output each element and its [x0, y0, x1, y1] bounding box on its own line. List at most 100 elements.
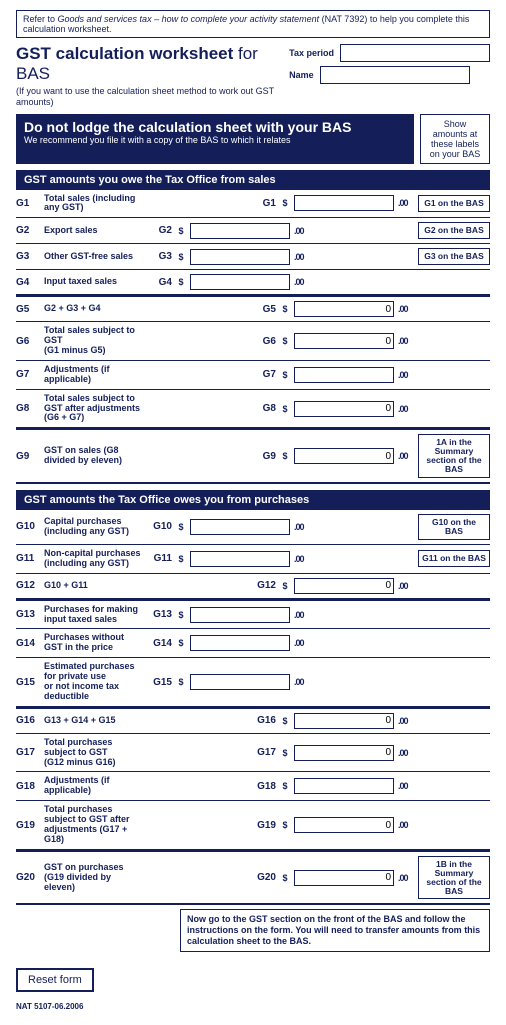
footer-note: Now go to the GST section on the front o… [180, 909, 490, 951]
row-code: G5 [16, 304, 40, 315]
amount-input-g10[interactable] [190, 519, 290, 535]
field-code: G18 [250, 781, 276, 792]
row-code: G7 [16, 369, 40, 380]
banner-title: Do not lodge the calculation sheet with … [24, 119, 406, 135]
row-g9: G9GST on sales (G8 divided by eleven)G9$… [16, 429, 490, 484]
amount-input-g17[interactable] [294, 745, 394, 761]
amount-input-g6[interactable] [294, 333, 394, 349]
row-code: G11 [16, 553, 40, 564]
field-code: G12 [250, 580, 276, 591]
tax-period-input[interactable] [340, 44, 490, 62]
amount-input-g4[interactable] [190, 274, 290, 290]
amount-input-g13[interactable] [190, 607, 290, 623]
row-g16: G16G13 + G14 + G15G16$.00 [16, 708, 490, 733]
cents-suffix: .00 [398, 404, 414, 414]
field-code: G3 [146, 251, 172, 262]
field-code: G1 [250, 198, 276, 209]
row-label: Capital purchases(including any GST) [44, 517, 142, 537]
cents-suffix: .00 [398, 581, 414, 591]
field-code: G16 [250, 715, 276, 726]
row-code: G17 [16, 747, 40, 758]
amount-input-g20[interactable] [294, 870, 394, 886]
row-g18: G18Adjustments (if applicable)G18$.00 [16, 771, 490, 800]
dollar-sign: $ [280, 304, 290, 314]
amount-input-g11[interactable] [190, 551, 290, 567]
cents-suffix: .00 [398, 873, 414, 883]
row-label: Export sales [44, 226, 142, 236]
field-code: G7 [250, 369, 276, 380]
row-label: Total purchases subject to GST(G12 minus… [44, 738, 142, 768]
row-label: Total sales subject to GST after adjustm… [44, 394, 142, 424]
amount-input-g1[interactable] [294, 195, 394, 211]
field-code: G8 [250, 403, 276, 414]
amount-input-g14[interactable] [190, 635, 290, 651]
amount-input-g12[interactable] [294, 578, 394, 594]
tax-period-label: Tax period [289, 48, 334, 58]
row-g13: G13 Purchases for making input taxed sale… [16, 600, 490, 629]
row-label: Purchases for making input taxed sales [44, 605, 142, 625]
cents-suffix: .00 [294, 522, 310, 532]
cents-suffix: .00 [398, 781, 414, 791]
reset-button[interactable]: Reset form [16, 968, 94, 992]
row-label: Purchases without GST in the price [44, 633, 142, 653]
cents-suffix: .00 [398, 748, 414, 758]
dollar-sign: $ [280, 716, 290, 726]
field-code: G14 [146, 638, 172, 649]
cents-suffix: .00 [294, 226, 310, 236]
row-label: Adjustments (if applicable) [44, 776, 142, 796]
page-subtitle: (If you want to use the calculation shee… [16, 86, 281, 108]
field-code: G13 [146, 609, 172, 620]
row-g4: G4Input taxed salesG4$.00 [16, 269, 490, 296]
amount-input-g8[interactable] [294, 401, 394, 417]
row-g1: G1Total sales (including any GST)G1$.00G… [16, 190, 490, 218]
cents-suffix: .00 [294, 252, 310, 262]
row-g3: G3Other GST-free salesG3$.00G3 on the BA… [16, 243, 490, 269]
amount-input-g7[interactable] [294, 367, 394, 383]
dollar-sign: $ [280, 873, 290, 883]
amount-input-g16[interactable] [294, 713, 394, 729]
row-g15: G15Estimated purchases for private useor… [16, 657, 490, 708]
amount-input-g2[interactable] [190, 223, 290, 239]
row-code: G4 [16, 277, 40, 288]
cents-suffix: .00 [398, 451, 414, 461]
amount-input-g18[interactable] [294, 778, 394, 794]
cents-suffix: .00 [398, 304, 414, 314]
amount-input-g19[interactable] [294, 817, 394, 833]
amount-input-g5[interactable] [294, 301, 394, 317]
row-code: G2 [16, 225, 40, 236]
row-label: Other GST-free sales [44, 252, 142, 262]
dollar-sign: $ [280, 748, 290, 758]
dollar-sign: $ [280, 198, 290, 208]
row-code: G19 [16, 820, 40, 831]
row-code: G20 [16, 872, 40, 883]
cents-suffix: .00 [398, 336, 414, 346]
dollar-sign: $ [280, 404, 290, 414]
row-g7: G7Adjustments (if applicable)G7$.00 [16, 360, 490, 389]
row-label: GST on sales (G8 divided by eleven) [44, 446, 142, 466]
row-g10: G10Capital purchases(including any GST)G… [16, 510, 490, 544]
field-code: G15 [146, 677, 172, 688]
name-input[interactable] [320, 66, 470, 84]
row-label: GST on purchases (G19 divided by eleven) [44, 863, 142, 893]
amount-input-g15[interactable] [190, 674, 290, 690]
page-title: GST calculation worksheet for BAS [16, 44, 281, 84]
cents-suffix: .00 [294, 554, 310, 564]
row-g19: G19 Total purchases subject to GST after … [16, 800, 490, 851]
amount-input-g3[interactable] [190, 249, 290, 265]
cents-suffix: .00 [398, 716, 414, 726]
banner-sub: We recommend you file it with a copy of … [24, 135, 406, 145]
cents-suffix: .00 [294, 277, 310, 287]
dollar-sign: $ [176, 610, 186, 620]
amount-input-g9[interactable] [294, 448, 394, 464]
bas-label: G1 on the BAS [418, 195, 490, 212]
field-code: G10 [146, 521, 172, 532]
row-label: Non-capital purchases(including any GST) [44, 549, 142, 569]
dollar-sign: $ [176, 554, 186, 564]
bas-label: 1A in the Summary section of the BAS [418, 434, 490, 478]
row-label: Total purchases subject to GST after adj… [44, 805, 142, 845]
field-code: G2 [146, 225, 172, 236]
dollar-sign: $ [280, 451, 290, 461]
dollar-sign: $ [280, 336, 290, 346]
row-code: G14 [16, 638, 40, 649]
section-owe-title: GST amounts you owe the Tax Office from … [16, 170, 490, 190]
